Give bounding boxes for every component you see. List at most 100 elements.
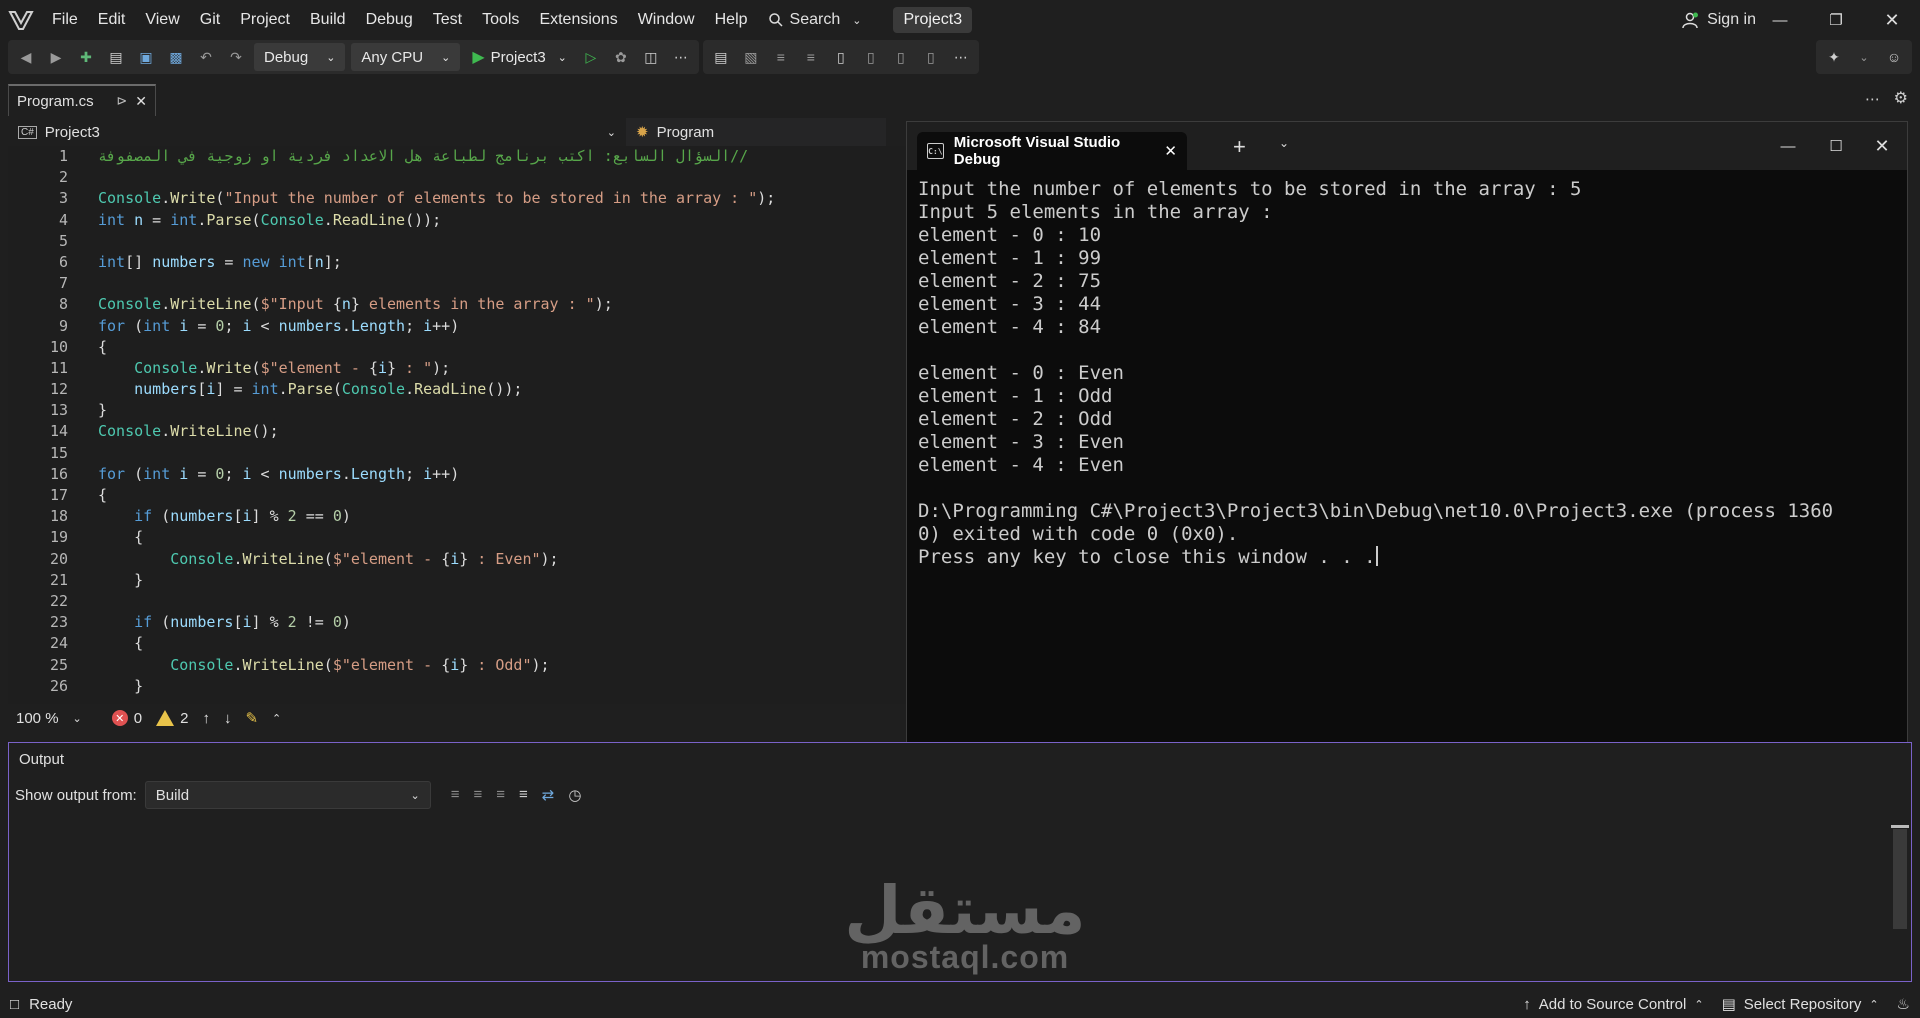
console-line: Input 5 elements in the array : — [918, 201, 1273, 223]
line-number: 13 — [49, 401, 68, 420]
platform-dropdown[interactable]: Any CPU ⌄ — [351, 43, 461, 71]
pin-icon[interactable]: ⊳ — [116, 93, 127, 109]
configuration-value: Debug — [264, 48, 309, 66]
chevron-down-icon[interactable]: ⌄ — [1279, 136, 1289, 150]
more-icon[interactable]: ⋯ — [949, 45, 973, 69]
select-repository-button[interactable]: ▤ Select Repository ⌃ — [1722, 995, 1879, 1014]
arrow-down-icon[interactable]: ↓ — [224, 710, 232, 727]
console-maximize-button[interactable]: ☐ — [1813, 130, 1859, 162]
clear-bookmarks-icon[interactable]: ▯ — [919, 45, 943, 69]
save-icon[interactable]: ▣ — [134, 45, 158, 69]
bookmark-icon[interactable]: ▯ — [829, 45, 853, 69]
new-tab-icon[interactable]: + — [1233, 134, 1246, 160]
project-selector[interactable]: C# Project3 ⌄ — [8, 118, 626, 146]
undo-icon[interactable]: ↶ — [194, 45, 218, 69]
feedback-icon[interactable]: ☺ — [1882, 45, 1906, 69]
zoom-value: 100 % — [16, 709, 59, 727]
close-button[interactable]: ✕ — [1864, 0, 1920, 40]
menu-view[interactable]: View — [135, 0, 189, 40]
configuration-dropdown[interactable]: Debug ⌄ — [254, 43, 346, 71]
menu-tools[interactable]: Tools — [472, 0, 529, 40]
clear-all-icon[interactable]: ≡ — [519, 786, 528, 804]
code-line: numbers[i] = int.Parse(Console.ReadLine(… — [134, 380, 523, 399]
output-source-dropdown[interactable]: Build ⌄ — [144, 781, 431, 809]
chevron-down-icon[interactable]: ⌄ — [1852, 45, 1876, 69]
minimize-button[interactable]: — — [1752, 0, 1808, 40]
more-icon[interactable]: ⋯ — [669, 45, 693, 69]
menu-edit[interactable]: Edit — [88, 0, 136, 40]
prev-bookmark-icon[interactable]: ▯ — [859, 45, 883, 69]
console-close-button[interactable]: ✕ — [1859, 130, 1905, 162]
menu-extensions[interactable]: Extensions — [529, 0, 627, 40]
sign-in-button[interactable]: Sign in — [1681, 0, 1756, 40]
search-box[interactable]: Search ⌄ — [758, 11, 872, 29]
indent-icon[interactable]: ≡ — [799, 45, 823, 69]
bell-icon[interactable]: ♨ — [1897, 995, 1910, 1013]
comment-icon[interactable]: ▤ — [709, 45, 733, 69]
console-output: Input the number of elements to be store… — [918, 178, 1898, 569]
line-number: 10 — [49, 337, 68, 356]
menu-help[interactable]: Help — [705, 0, 758, 40]
menu-file[interactable]: File — [42, 0, 88, 40]
menu-debug[interactable]: Debug — [356, 0, 423, 40]
restore-button[interactable]: ❐ — [1808, 0, 1864, 40]
tab-overflow-icon[interactable]: ⋯ — [1865, 90, 1880, 108]
add-to-source-control-button[interactable]: ↑ Add to Source Control ⌃ — [1523, 996, 1703, 1013]
forward-icon[interactable]: ▶ — [44, 45, 68, 69]
editor-status-bar: 100 % ⌄ ✕ 0 2 ↑ ↓ ✎ ⌃ — [8, 704, 908, 732]
clock-icon[interactable]: ◷ — [568, 786, 581, 804]
uncomment-icon[interactable]: ▧ — [739, 45, 763, 69]
code-line: { — [98, 528, 144, 547]
console-minimize-button[interactable]: — — [1765, 130, 1811, 162]
tab-program-cs[interactable]: Program.cs ⊳ ✕ — [8, 84, 156, 116]
save-all-icon[interactable]: ▩ — [164, 45, 188, 69]
browser-link-icon[interactable]: ◫ — [639, 45, 663, 69]
menu-project[interactable]: Project — [230, 0, 300, 40]
word-wrap-icon[interactable]: ⇄ — [542, 786, 555, 804]
code-editor[interactable]: 1 2 3 4 5 6 7 8 9 10 11 12 13 14 15 16 1… — [8, 146, 908, 704]
prev-message-icon[interactable]: ≡ — [474, 786, 483, 804]
search-icon — [768, 13, 783, 27]
visual-studio-logo-icon[interactable] — [0, 0, 42, 40]
start-debugging-button[interactable]: ▶ Project3 ⌄ — [466, 47, 573, 67]
menu-build[interactable]: Build — [300, 0, 356, 40]
code-cleanup-icon[interactable]: ✎ — [245, 709, 258, 727]
close-tab-icon[interactable]: ✕ — [1164, 142, 1177, 160]
outdent-icon[interactable]: ≡ — [769, 45, 793, 69]
zoom-dropdown[interactable]: 100 % ⌄ — [16, 710, 82, 727]
console-line: element - 4 : 84 — [918, 316, 1102, 338]
run-target-label: Project3 — [490, 48, 546, 66]
menu-test[interactable]: Test — [423, 0, 472, 40]
find-message-icon[interactable]: ≡ — [451, 786, 460, 804]
debug-console-window[interactable]: C:\ Microsoft Visual Studio Debug ✕ + ⌄ … — [906, 121, 1908, 765]
chevron-up-icon[interactable]: ⌃ — [272, 712, 281, 725]
menu-window[interactable]: Window — [628, 0, 705, 40]
line-number: 21 — [49, 570, 68, 589]
open-file-icon[interactable]: ▤ — [104, 45, 128, 69]
next-bookmark-icon[interactable]: ▯ — [889, 45, 913, 69]
copilot-icon[interactable]: ✦ — [1822, 45, 1846, 69]
console-line: D:\Programming C#\Project3\Project3\bin\… — [918, 500, 1834, 522]
toolbar-group-edit: ▤ ▧ ≡ ≡ ▯ ▯ ▯ ▯ ⋯ — [702, 40, 979, 74]
redo-icon[interactable]: ↷ — [224, 45, 248, 69]
notification-icon[interactable]: □ — [10, 996, 19, 1013]
error-count[interactable]: ✕ 0 — [111, 710, 142, 727]
settings-gear-icon[interactable]: ⚙ — [1894, 88, 1908, 108]
code-comment: //السؤال السابع: اكتب برنامج لطباعة هل ا… — [98, 147, 749, 165]
console-tab[interactable]: C:\ Microsoft Visual Studio Debug ✕ — [917, 132, 1187, 170]
next-message-icon[interactable]: ≡ — [496, 786, 505, 804]
back-icon[interactable]: ◀ — [14, 45, 38, 69]
close-tab-icon[interactable]: ✕ — [135, 93, 147, 110]
type-selector-label: Program — [656, 123, 715, 141]
type-selector[interactable]: ✹ Program — [626, 118, 886, 146]
warning-count[interactable]: 2 — [156, 710, 188, 727]
output-scrollbar[interactable] — [1891, 825, 1909, 929]
arrow-up-icon[interactable]: ↑ — [202, 710, 210, 727]
menu-git[interactable]: Git — [190, 0, 230, 40]
start-without-debugging-icon[interactable]: ▷ — [579, 45, 603, 69]
new-project-icon[interactable]: ✚ — [74, 45, 98, 69]
hot-reload-icon[interactable]: ✿ — [609, 45, 633, 69]
